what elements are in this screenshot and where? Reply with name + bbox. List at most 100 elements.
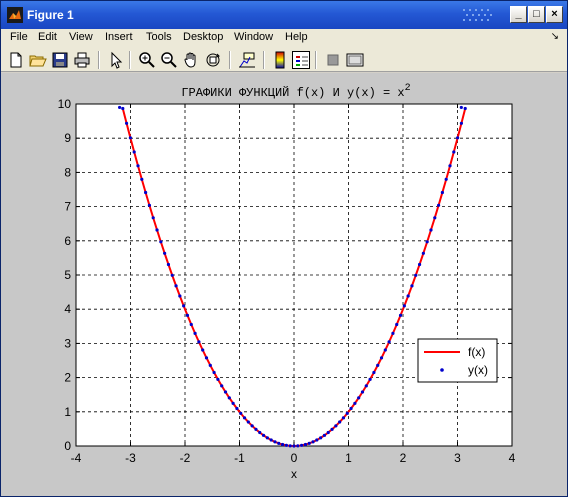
- series-point-y[interactable]: [322, 433, 327, 437]
- print-icon[interactable]: [73, 51, 91, 69]
- series-point-y[interactable]: [315, 438, 319, 442]
- series-point-y[interactable]: [246, 420, 250, 424]
- series-point-y[interactable]: [159, 240, 163, 244]
- menu-file[interactable]: File: [10, 31, 28, 43]
- series-point-y[interactable]: [140, 177, 144, 181]
- series-point-y[interactable]: [300, 443, 304, 447]
- menu-window[interactable]: Window: [234, 31, 273, 43]
- series-point-y[interactable]: [185, 313, 190, 317]
- series-point-y[interactable]: [360, 390, 365, 394]
- save-icon[interactable]: [51, 51, 69, 69]
- colorbar-icon[interactable]: [271, 51, 289, 69]
- series-point-y[interactable]: [201, 348, 205, 352]
- series-point-y[interactable]: [265, 436, 269, 440]
- series-point-y[interactable]: [353, 401, 357, 405]
- series-point-y[interactable]: [147, 203, 152, 207]
- series-point-y[interactable]: [398, 313, 403, 317]
- series-point-y[interactable]: [364, 384, 368, 388]
- series-point-y[interactable]: [132, 150, 136, 154]
- series-point-y[interactable]: [311, 440, 315, 444]
- series-point-y[interactable]: [235, 406, 239, 411]
- series-point-y[interactable]: [239, 411, 243, 415]
- series-point-y[interactable]: [277, 441, 281, 445]
- new-file-icon[interactable]: [7, 51, 25, 69]
- series-point-y[interactable]: [170, 273, 174, 277]
- series-point-y[interactable]: [166, 262, 171, 267]
- menu-tools[interactable]: Tools: [146, 31, 172, 43]
- series-point-y[interactable]: [220, 384, 224, 388]
- zoom-out-icon[interactable]: [160, 51, 178, 69]
- series-point-y[interactable]: [417, 262, 422, 267]
- series-point-y[interactable]: [345, 411, 349, 415]
- series-point-y[interactable]: [452, 150, 456, 154]
- series-point-y[interactable]: [124, 121, 129, 125]
- series-point-y[interactable]: [448, 164, 452, 168]
- series-point-y[interactable]: [436, 203, 441, 207]
- series-point-y[interactable]: [280, 442, 285, 447]
- series-point-y[interactable]: [128, 136, 132, 140]
- series-point-y[interactable]: [193, 331, 197, 335]
- show-plot-tools-icon[interactable]: [346, 51, 364, 69]
- series-point-y[interactable]: [250, 424, 254, 428]
- series-point-y[interactable]: [242, 416, 247, 420]
- series-point-y[interactable]: [425, 240, 429, 244]
- series-point-y[interactable]: [376, 363, 380, 367]
- series-point-y[interactable]: [395, 322, 399, 327]
- hide-plot-tools-icon[interactable]: [324, 51, 342, 69]
- series-point-y[interactable]: [151, 216, 155, 220]
- series-point-y[interactable]: [326, 430, 330, 435]
- series-point-y[interactable]: [402, 304, 406, 308]
- series-point-y[interactable]: [421, 251, 425, 255]
- series-point-y[interactable]: [433, 216, 437, 220]
- series-point-y[interactable]: [284, 443, 288, 447]
- menu-desktop[interactable]: Desktop: [183, 31, 223, 43]
- series-point-y[interactable]: [357, 396, 361, 400]
- series-point-y[interactable]: [155, 228, 159, 232]
- series-point-y[interactable]: [258, 430, 262, 435]
- series-point-y[interactable]: [368, 377, 372, 381]
- series-point-y[interactable]: [341, 416, 346, 420]
- series-point-y[interactable]: [269, 438, 273, 442]
- series-point-y[interactable]: [459, 121, 464, 125]
- series-point-y[interactable]: [429, 228, 433, 232]
- series-point-y[interactable]: [118, 105, 122, 110]
- series-point-y[interactable]: [288, 444, 292, 448]
- rotate-3d-icon[interactable]: [204, 51, 222, 69]
- series-point-y[interactable]: [212, 370, 216, 375]
- series-point-y[interactable]: [178, 294, 182, 298]
- dock-arrow-icon[interactable]: ↘: [551, 31, 559, 42]
- series-point-y[interactable]: [349, 406, 353, 411]
- open-folder-icon[interactable]: [29, 51, 47, 69]
- series-point-y[interactable]: [182, 304, 186, 308]
- series-point-y[interactable]: [296, 444, 300, 448]
- zoom-in-icon[interactable]: [138, 51, 156, 69]
- series-point-y[interactable]: [254, 427, 258, 431]
- series-point-y[interactable]: [174, 284, 178, 288]
- menu-insert[interactable]: Insert: [105, 31, 133, 43]
- pointer-icon[interactable]: [107, 51, 125, 69]
- series-point-y[interactable]: [334, 424, 338, 428]
- series-point-y[interactable]: [303, 442, 308, 447]
- series-point-y[interactable]: [319, 436, 323, 440]
- series-point-y[interactable]: [197, 340, 201, 344]
- series-point-y[interactable]: [410, 284, 414, 288]
- series-point-y[interactable]: [391, 331, 395, 335]
- series-point-y[interactable]: [163, 251, 167, 255]
- close-button[interactable]: ×: [546, 6, 563, 23]
- series-point-y[interactable]: [406, 294, 410, 298]
- series-point-y[interactable]: [330, 427, 334, 431]
- series-point-y[interactable]: [261, 433, 266, 437]
- series-point-y[interactable]: [273, 440, 277, 444]
- series-point-y[interactable]: [338, 420, 342, 424]
- series-point-y[interactable]: [189, 322, 193, 327]
- data-cursor-icon[interactable]: [238, 51, 256, 69]
- series-point-y[interactable]: [231, 401, 235, 405]
- series-point-y[interactable]: [307, 441, 311, 445]
- series-point-y[interactable]: [444, 177, 448, 181]
- minimize-button[interactable]: _: [510, 6, 527, 23]
- menu-view[interactable]: View: [69, 31, 93, 43]
- series-point-y[interactable]: [387, 340, 391, 344]
- series-point-y[interactable]: [204, 356, 209, 360]
- series-point-y[interactable]: [121, 106, 125, 111]
- series-point-y[interactable]: [372, 370, 376, 375]
